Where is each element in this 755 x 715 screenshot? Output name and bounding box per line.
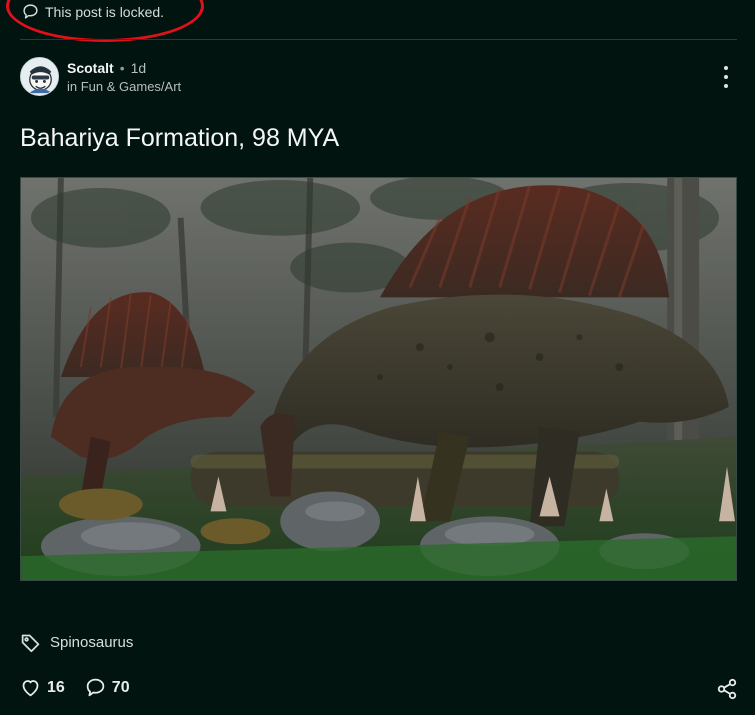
speech-bubble-icon bbox=[23, 4, 38, 19]
tag-icon bbox=[21, 634, 40, 653]
kebab-menu-icon bbox=[724, 66, 728, 70]
meta-separator: • bbox=[119, 59, 125, 76]
comment-count: 70 bbox=[111, 678, 130, 696]
post-header: Scotalt • 1d in Fun & Games/Art bbox=[20, 57, 181, 96]
more-options-button[interactable] bbox=[719, 66, 733, 88]
like-count: 16 bbox=[47, 678, 65, 696]
heart-icon bbox=[22, 680, 39, 697]
community-link[interactable]: in Fun & Games/Art bbox=[67, 79, 181, 94]
comment-icon bbox=[86, 678, 105, 697]
avatar[interactable] bbox=[20, 57, 59, 96]
comment-button[interactable]: 70 bbox=[85, 677, 130, 698]
tag-label: Spinosaurus bbox=[50, 634, 134, 651]
post-age: 1d bbox=[130, 59, 147, 76]
divider bbox=[20, 39, 737, 40]
locked-notice-text: This post is locked. bbox=[45, 3, 165, 20]
post-title: Bahariya Formation, 98 MYA bbox=[20, 124, 340, 152]
post-image[interactable] bbox=[20, 177, 737, 581]
tag-link[interactable]: Spinosaurus bbox=[20, 632, 133, 653]
share-icon[interactable] bbox=[716, 678, 738, 700]
author-name[interactable]: Scotalt bbox=[67, 60, 114, 76]
post-meta: Scotalt • 1d in Fun & Games/Art bbox=[67, 60, 181, 94]
locked-notice: This post is locked. bbox=[22, 3, 164, 20]
post-actions: 16 70 bbox=[20, 677, 130, 698]
like-button[interactable]: 16 bbox=[20, 677, 65, 698]
